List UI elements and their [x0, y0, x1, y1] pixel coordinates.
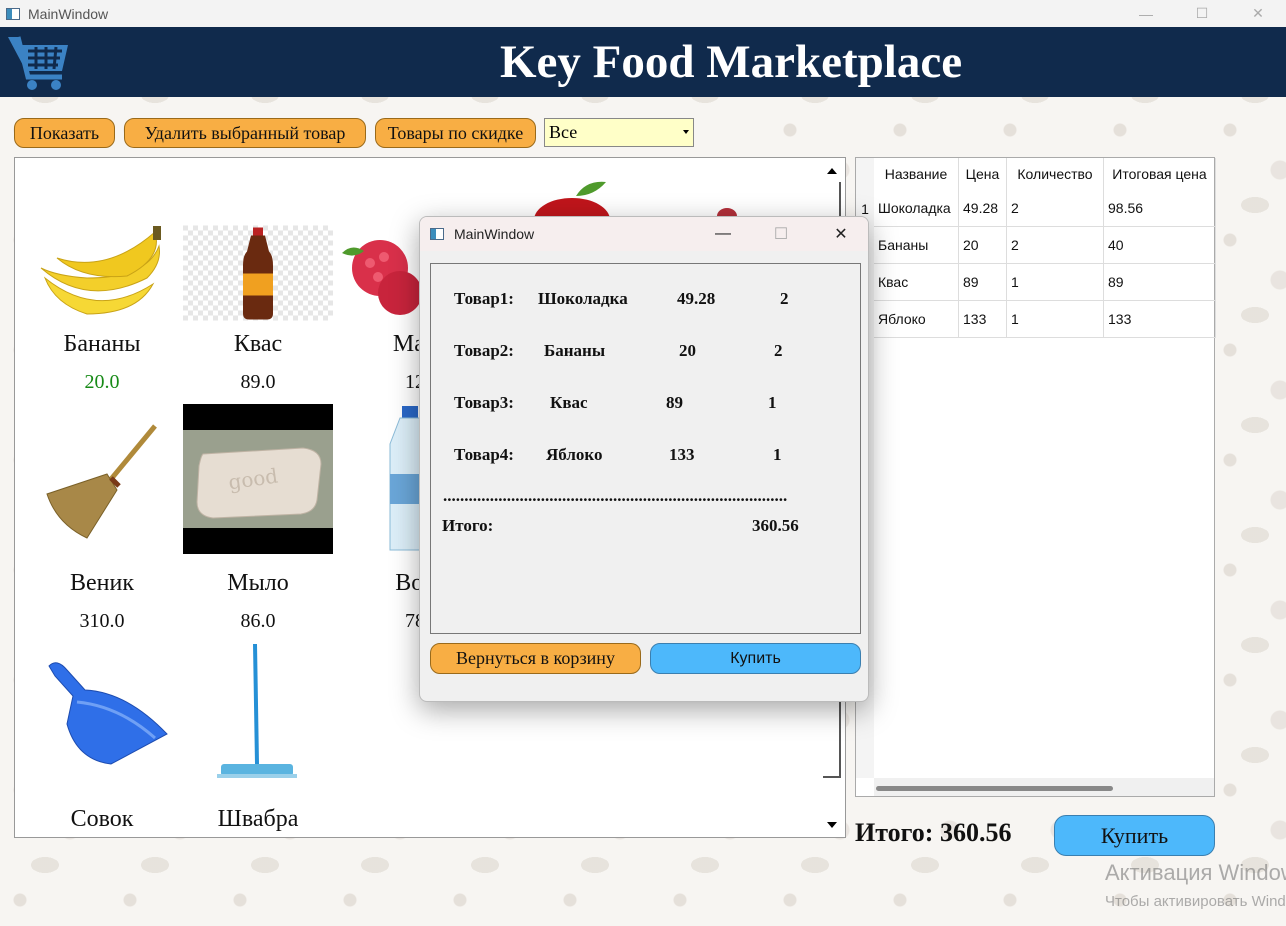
- receipt-item-price: 89: [666, 393, 683, 412]
- cell-price[interactable]: 20: [959, 227, 1007, 264]
- receipt-total-value: 360.56: [752, 516, 799, 535]
- cell-quantity[interactable]: 2: [1007, 227, 1104, 264]
- activation-watermark-subtitle: Чтобы активировать Windows: [1105, 893, 1286, 910]
- dustpan-image: [48, 662, 168, 765]
- receipt-item-name: Яблоко: [546, 445, 603, 464]
- maximize-icon[interactable]: ☐: [756, 217, 806, 251]
- buy-button[interactable]: Купить: [1054, 815, 1215, 856]
- cell-name[interactable]: Квас: [874, 264, 959, 301]
- cell-total[interactable]: 98.56: [1104, 190, 1216, 227]
- receipt-item-name: Квас: [550, 393, 588, 412]
- product-name: Бананы: [63, 331, 141, 357]
- checkout-dialog: MainWindow — ☐ ✕ Товар1: Шоколадка 49.28…: [419, 216, 869, 702]
- product-price: 89.0: [240, 371, 276, 393]
- cell-price[interactable]: 49.28: [959, 190, 1007, 227]
- minimize-icon[interactable]: —: [698, 217, 748, 251]
- close-icon[interactable]: ✕: [816, 217, 866, 251]
- app-icon: [430, 228, 444, 240]
- cell-name[interactable]: Бананы: [874, 227, 959, 264]
- shopping-cart-icon: [8, 36, 68, 90]
- cell-price[interactable]: 89: [959, 264, 1007, 301]
- receipt-item-name: Бананы: [544, 341, 606, 360]
- cart-horizontal-scrollbar[interactable]: [874, 778, 1214, 796]
- receipt-item-qty: 1: [768, 393, 777, 412]
- page-title: Key Food Marketplace: [500, 36, 963, 88]
- banana-image: [40, 226, 161, 315]
- receipt-item-qty: 2: [780, 289, 789, 308]
- receipt-item-label: Товар3:: [454, 393, 514, 412]
- broom-image: [46, 424, 157, 539]
- delete-selected-button[interactable]: Удалить выбранный товар: [124, 118, 366, 148]
- filter-value: Все: [549, 122, 578, 142]
- minimize-icon[interactable]: —: [1118, 0, 1174, 27]
- receipt-item-label: Товар2:: [454, 341, 514, 360]
- column-header-price[interactable]: Цена: [959, 158, 1007, 190]
- receipt-panel: Товар1: Шоколадка 49.28 2 Товар2: Бананы…: [430, 263, 861, 634]
- activation-watermark: Активация Windows: [1105, 860, 1286, 885]
- scroll-thumb[interactable]: [876, 786, 1113, 791]
- maximize-icon[interactable]: ☐: [1174, 0, 1230, 27]
- receipt-item-price: 20: [679, 341, 696, 360]
- scroll-up-icon[interactable]: [827, 168, 837, 174]
- cell-total[interactable]: 40: [1104, 227, 1216, 264]
- close-icon[interactable]: ✕: [1230, 0, 1286, 27]
- scroll-down-icon[interactable]: [827, 822, 837, 828]
- chevron-down-icon: [683, 130, 689, 134]
- product-name: Совок: [70, 806, 134, 832]
- product-name: Мыло: [227, 570, 289, 596]
- cell-price[interactable]: 133: [959, 301, 1007, 338]
- header-banner: Key Food Marketplace: [0, 27, 1286, 97]
- receipt-item-price: 133: [669, 445, 695, 464]
- mop-image: [217, 643, 297, 778]
- column-header-name[interactable]: Название: [874, 158, 959, 190]
- dialog-titlebar: MainWindow — ☐ ✕: [420, 217, 868, 251]
- receipt-separator: ........................................…: [443, 486, 788, 505]
- cell-quantity[interactable]: 1: [1007, 264, 1104, 301]
- category-filter-select[interactable]: Все: [544, 118, 694, 147]
- cell-name[interactable]: Яблоко: [874, 301, 959, 338]
- product-price: 20.0: [84, 371, 120, 393]
- soap-image: good: [183, 404, 333, 554]
- app-icon: [6, 7, 20, 20]
- cart-total: Итого: 360.56: [855, 818, 1012, 847]
- column-header-total[interactable]: Итоговая цена: [1104, 158, 1216, 190]
- product-name: Квас: [233, 331, 283, 357]
- discount-products-button[interactable]: Товары по скидке: [375, 118, 536, 148]
- cart-table: Название Цена Количество Итоговая цена 1…: [855, 157, 1216, 797]
- return-to-cart-button[interactable]: Вернуться в корзину: [430, 643, 641, 674]
- receipt-item-label: Товар1:: [454, 289, 514, 308]
- receipt-item-qty: 2: [774, 341, 783, 360]
- window-title: MainWindow: [28, 5, 109, 22]
- receipt-item-name: Шоколадка: [538, 289, 628, 308]
- receipt-item-label: Товар4:: [454, 445, 514, 464]
- dialog-title: MainWindow: [454, 226, 535, 242]
- cell-quantity[interactable]: 2: [1007, 190, 1104, 227]
- product-price: 86.0: [240, 610, 276, 632]
- cell-name[interactable]: Шоколадка: [874, 190, 959, 227]
- window-titlebar: MainWindow — ☐ ✕: [0, 0, 1286, 27]
- receipt-item-qty: 1: [773, 445, 782, 464]
- kvass-bottle-image: [183, 225, 333, 321]
- product-name: Швабра: [217, 806, 299, 832]
- receipt-total-label: Итого:: [442, 516, 494, 535]
- window-controls: — ☐ ✕: [1118, 0, 1286, 27]
- cell-quantity[interactable]: 1: [1007, 301, 1104, 338]
- product-price: 310.0: [79, 610, 125, 632]
- cell-total[interactable]: 133: [1104, 301, 1216, 338]
- column-header-quantity[interactable]: Количество: [1007, 158, 1104, 190]
- confirm-buy-button[interactable]: Купить: [650, 643, 861, 674]
- receipt-item-price: 49.28: [677, 289, 716, 308]
- show-button[interactable]: Показать: [14, 118, 115, 148]
- cell-total[interactable]: 89: [1104, 264, 1216, 301]
- product-name: Веник: [69, 570, 134, 596]
